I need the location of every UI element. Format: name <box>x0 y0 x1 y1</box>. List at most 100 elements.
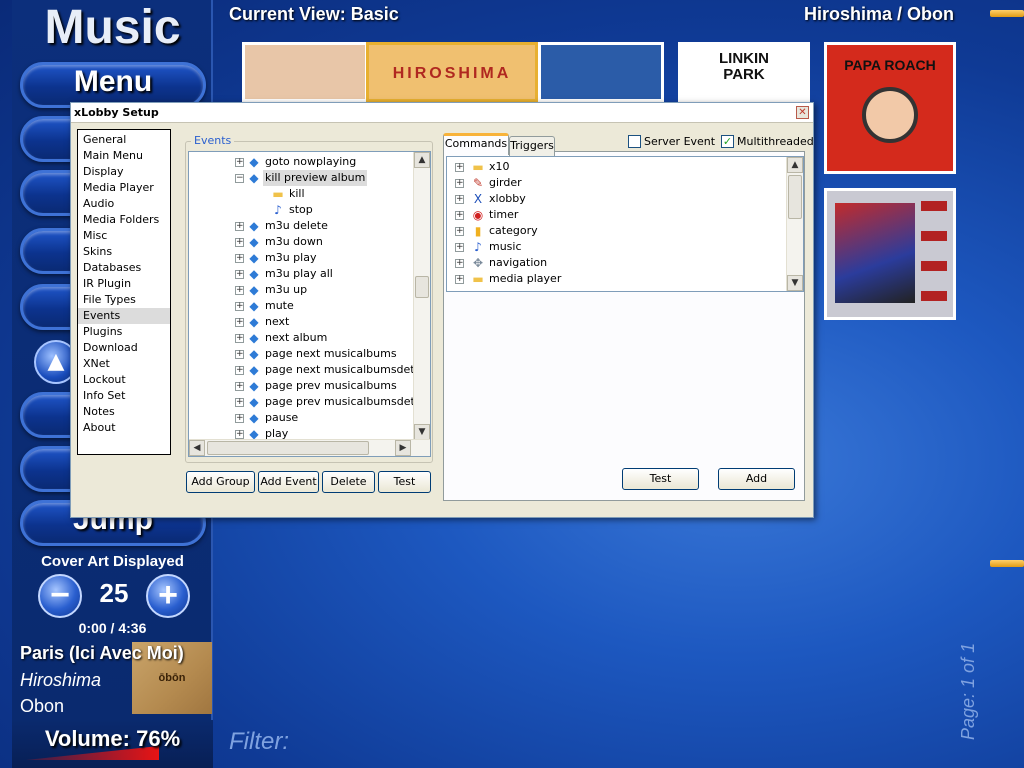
event-row[interactable]: + ◆ m3u play <box>189 250 413 266</box>
category-item[interactable]: IR Plugin <box>78 276 170 292</box>
category-item[interactable]: Plugins <box>78 324 170 340</box>
scroll-down-icon[interactable]: ▼ <box>414 424 430 440</box>
category-item[interactable]: Databases <box>78 260 170 276</box>
events-tree[interactable]: + ◆ play + ◆ pause + ◆ page prev musicalbumsdeta… <box>188 151 431 457</box>
command-row[interactable]: + ♪ music <box>447 239 777 255</box>
expand-icon[interactable]: + <box>235 158 244 167</box>
expand-icon[interactable]: + <box>235 398 244 407</box>
tab-triggers[interactable]: Triggers <box>509 136 555 156</box>
hscroll-thumb[interactable] <box>207 441 369 455</box>
command-row[interactable]: + ◉ timer <box>447 207 777 223</box>
event-row[interactable]: + ◆ mute <box>189 298 413 314</box>
expand-icon[interactable]: + <box>235 286 244 295</box>
category-item[interactable]: Download <box>78 340 170 356</box>
category-item[interactable]: File Types <box>78 292 170 308</box>
command-row[interactable]: + ▬ x10 <box>447 159 777 175</box>
event-row[interactable]: + ◆ goto nowplaying <box>189 154 413 170</box>
expand-icon[interactable]: + <box>455 275 464 284</box>
expand-icon[interactable]: + <box>235 222 244 231</box>
expand-icon[interactable]: + <box>455 163 464 172</box>
category-list[interactable]: General Main Menu Display Media Player Audio… <box>77 129 171 455</box>
command-row[interactable]: + ✎ girder <box>447 175 777 191</box>
test-event-button[interactable]: Test <box>378 471 431 493</box>
scroll-thumb[interactable] <box>415 276 429 298</box>
category-item[interactable]: Skins <box>78 244 170 260</box>
add-group-button[interactable]: Add Group <box>186 471 255 493</box>
album-cover[interactable] <box>824 188 956 320</box>
add-command-button[interactable]: Add <box>718 468 795 490</box>
category-item[interactable]: Lockout <box>78 372 170 388</box>
expand-icon[interactable]: + <box>235 430 244 439</box>
tab-commands[interactable]: Commands <box>443 133 509 155</box>
commands-vscroll[interactable]: ▲ ▼ <box>786 157 803 291</box>
expand-icon[interactable]: + <box>235 302 244 311</box>
event-row[interactable]: − ◆ kill preview album <box>189 170 413 186</box>
album-cover-selected[interactable]: HIROSHIMA <box>366 42 538 102</box>
category-item[interactable]: Events <box>78 308 170 324</box>
event-row[interactable]: ▬ kill <box>189 186 413 202</box>
expand-icon[interactable]: + <box>455 211 464 220</box>
category-item[interactable]: General <box>78 132 170 148</box>
scroll-down-icon[interactable]: ▼ <box>787 275 803 291</box>
expand-icon[interactable]: + <box>235 238 244 247</box>
album-cover[interactable]: LINKIN PARK <box>678 42 810 102</box>
category-item[interactable]: Media Player <box>78 180 170 196</box>
scroll-left-icon[interactable]: ◀ <box>189 440 205 456</box>
command-row[interactable]: + ✥ navigation <box>447 255 777 271</box>
scroll-up-icon[interactable]: ▲ <box>787 157 803 173</box>
test-command-button[interactable]: Test <box>622 468 699 490</box>
event-row[interactable]: + ◆ next <box>189 314 413 330</box>
expand-icon[interactable]: + <box>235 270 244 279</box>
event-row[interactable]: + ◆ m3u delete <box>189 218 413 234</box>
category-item[interactable]: Notes <box>78 404 170 420</box>
command-row[interactable]: + Xxlobby <box>447 191 777 207</box>
event-row[interactable]: + ◆ m3u down <box>189 234 413 250</box>
expand-icon[interactable]: + <box>455 179 464 188</box>
category-item[interactable]: Info Set <box>78 388 170 404</box>
expand-icon[interactable]: + <box>235 350 244 359</box>
event-row[interactable]: + ◆ next album <box>189 330 413 346</box>
delete-button[interactable]: Delete <box>322 471 375 493</box>
category-item[interactable]: Main Menu <box>78 148 170 164</box>
scroll-thumb[interactable] <box>788 175 802 219</box>
category-item[interactable]: XNet <box>78 356 170 372</box>
expand-icon[interactable]: + <box>235 382 244 391</box>
event-row[interactable]: + ◆ page prev musicalbumsdetails <box>189 394 430 410</box>
expand-icon[interactable]: + <box>235 254 244 263</box>
events-vscroll[interactable]: ▲ ▼ <box>413 152 430 440</box>
event-row[interactable]: ♪ stop <box>189 202 413 218</box>
close-icon[interactable]: ✕ <box>796 106 809 119</box>
add-event-button[interactable]: Add Event <box>258 471 319 493</box>
event-row[interactable]: + ◆ page next musicalbums <box>189 346 413 362</box>
expand-icon[interactable]: + <box>235 414 244 423</box>
commands-tree[interactable]: + ▬ media player + ✥ navigation + ♪ music + ▮ categ… <box>446 156 804 292</box>
album-cover[interactable]: PAPA ROACH <box>824 42 956 174</box>
plus-button[interactable]: + <box>146 574 190 618</box>
scroll-top-marker[interactable] <box>990 10 1024 17</box>
category-item[interactable]: Media Folders <box>78 212 170 228</box>
event-row[interactable]: + ◆ pause <box>189 410 413 426</box>
event-row[interactable]: + ◆ page next musicalbumsdetails <box>189 362 430 378</box>
minus-button[interactable]: − <box>38 574 82 618</box>
category-item[interactable]: Audio <box>78 196 170 212</box>
expand-icon[interactable]: + <box>235 334 244 343</box>
server-event-box[interactable] <box>628 135 641 148</box>
collapse-icon[interactable]: − <box>235 174 244 183</box>
expand-icon[interactable]: + <box>455 259 464 268</box>
category-item[interactable]: About <box>78 420 170 436</box>
volume-control[interactable]: Volume: 76% <box>12 720 213 768</box>
command-row[interactable]: + ▮ category <box>447 223 777 239</box>
events-hscroll[interactable]: ◀ ▶ <box>189 439 430 456</box>
album-cover[interactable] <box>242 42 368 102</box>
scroll-right-icon[interactable]: ▶ <box>395 440 411 456</box>
multithreaded-box[interactable]: ✓ <box>721 135 734 148</box>
expand-icon[interactable]: + <box>235 366 244 375</box>
expand-icon[interactable]: + <box>235 318 244 327</box>
expand-icon[interactable]: + <box>455 227 464 236</box>
expand-icon[interactable]: + <box>455 243 464 252</box>
event-row[interactable]: + ◆ page prev musicalbums <box>189 378 413 394</box>
event-row[interactable]: + ◆ m3u play all <box>189 266 413 282</box>
album-cover[interactable] <box>538 42 664 102</box>
scroll-up-icon[interactable]: ▲ <box>414 152 430 168</box>
command-row[interactable]: + ▬ media player <box>447 271 777 287</box>
